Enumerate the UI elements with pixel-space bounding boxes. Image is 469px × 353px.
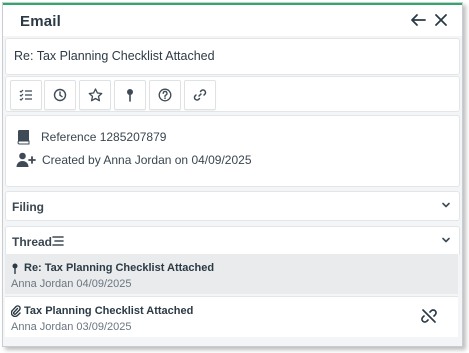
panel-title: Email [20,13,62,30]
user-plus-icon [16,152,36,167]
back-button[interactable] [408,10,428,30]
thread-section-title: Thread [12,235,53,249]
thread-list-icon [52,236,64,246]
email-info-card: Reference 1285207879 Created by Anna Jor… [5,115,460,187]
pin-button[interactable] [114,80,146,110]
book-icon [17,130,30,145]
reference-row: Reference 1285207879 [16,127,166,147]
arrow-left-icon [411,14,426,26]
help-icon [158,88,172,102]
paperclip-icon [11,305,21,317]
close-icon [435,14,447,26]
thread-section-header[interactable]: Thread [5,226,460,255]
history-button[interactable] [44,80,76,110]
panel-header: Email [3,5,462,36]
checklist-button[interactable] [10,80,42,110]
action-toolbar [5,76,460,112]
pin-icon [12,263,18,274]
unlink-button[interactable] [420,307,438,325]
thread-item-subject-row: Tax Planning Checklist Attached [11,305,193,317]
email-panel: Email Re: Tax Planning Checklist Attache… [2,2,463,347]
thread-item[interactable]: Tax Planning Checklist Attached Anna Jor… [5,296,458,337]
thread-item-selected[interactable]: Re: Tax Planning Checklist Attached Anna… [5,254,458,294]
close-button[interactable] [431,10,451,30]
list-check-icon [19,89,32,101]
chevron-down-icon [442,237,450,243]
link-button[interactable] [184,80,216,110]
pin-icon [127,89,133,102]
filing-section-header[interactable]: Filing [5,191,460,221]
favourite-button[interactable] [79,80,111,110]
thread-item-subject: Re: Tax Planning Checklist Attached [24,262,215,274]
subject-card: Re: Tax Planning Checklist Attached [5,38,460,75]
chevron-down-icon [442,202,450,208]
filing-section-title: Filing [12,200,44,214]
created-text: Created by Anna Jordan on 04/09/2025 [42,153,252,167]
email-subject: Re: Tax Planning Checklist Attached [14,49,215,63]
thread-item-subject: Tax Planning Checklist Attached [24,305,194,317]
thread-item-meta: Anna Jordan 04/09/2025 [11,278,132,290]
unlink-icon [421,309,437,323]
reference-text: Reference 1285207879 [41,130,167,144]
help-button[interactable] [149,80,181,110]
thread-item-meta: Anna Jordan 03/09/2025 [11,321,132,333]
thread-item-subject-row: Re: Tax Planning Checklist Attached [11,262,214,274]
clock-icon [53,88,67,102]
link-icon [193,89,207,101]
created-row: Created by Anna Jordan on 04/09/2025 [16,150,252,170]
star-icon [88,88,102,102]
